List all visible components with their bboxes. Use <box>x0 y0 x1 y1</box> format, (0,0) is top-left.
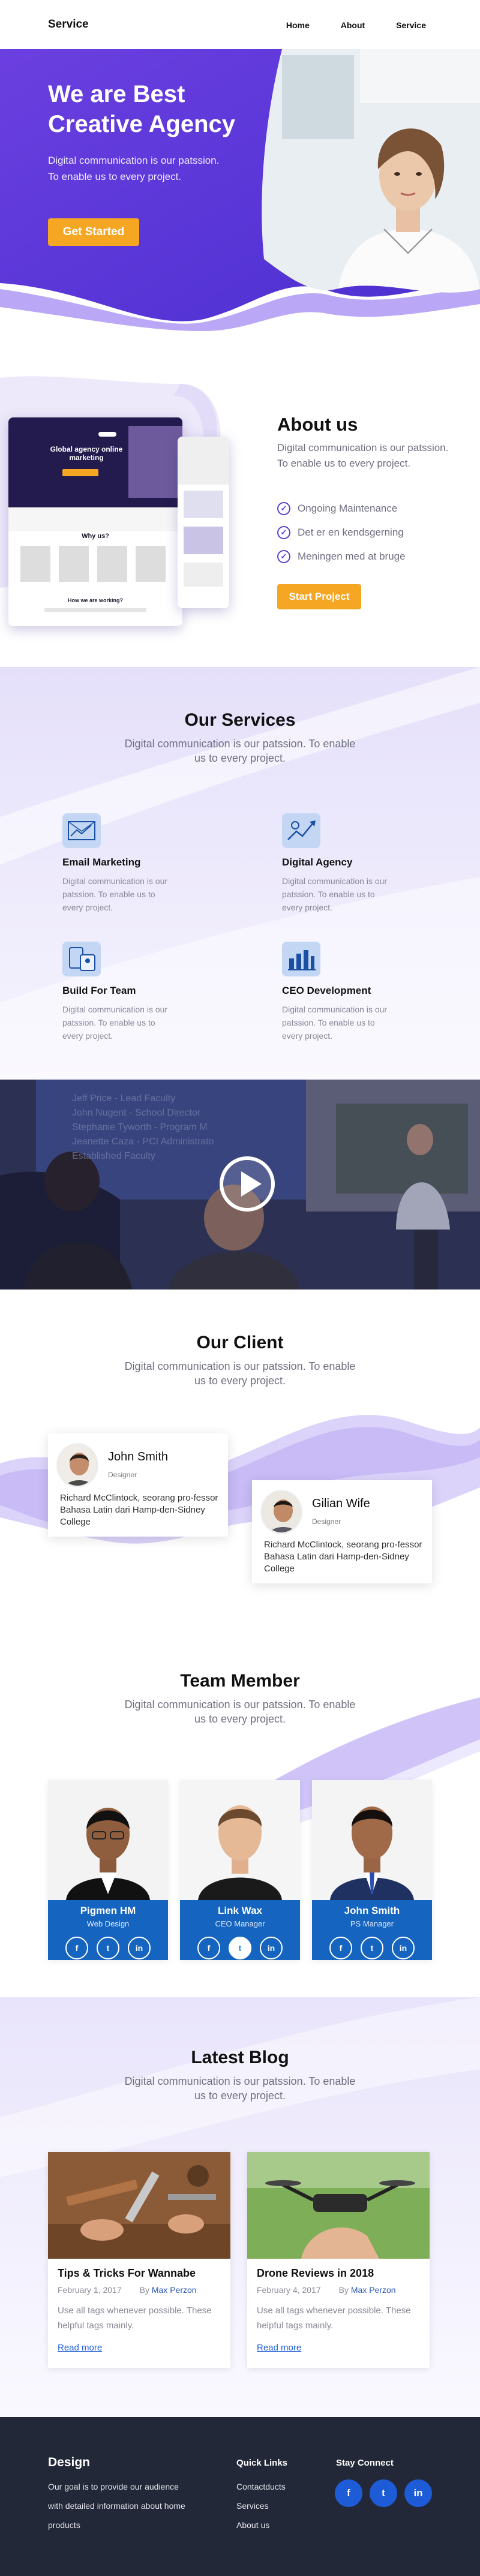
hero-section: We are Best Creative Agency Digital comm… <box>0 49 480 331</box>
services-subtitle: Digital communication is our patssion. T… <box>124 738 356 764</box>
about-feature-list: ✓ Ongoing Maintenance ✓ Det er en kendsger… <box>277 497 406 569</box>
check-circle-icon: ✓ <box>277 550 290 563</box>
avatar <box>56 1443 98 1487</box>
blog-post-card: Drone Reviews in 2018 February 4, 2017 By… <box>247 2152 430 2368</box>
facebook-icon[interactable]: f <box>197 1937 220 1959</box>
video-section: Jeff Price - Lead Faculty John Nugent - … <box>0 1080 480 1289</box>
hero-title-line2: Creative Agency <box>48 111 235 137</box>
linkedin-icon[interactable]: in <box>392 1937 415 1959</box>
twitter-icon[interactable]: t <box>370 2479 397 2507</box>
avatar <box>260 1490 302 1534</box>
about-feature-item: ✓ Det er en kendsgerning <box>277 521 406 545</box>
play-video-button[interactable] <box>220 1156 275 1212</box>
read-more-link[interactable]: Read more <box>58 2343 102 2353</box>
mockup-headline: Global agency online marketing <box>50 445 123 462</box>
service-item: Build For Team Digital communication is … <box>62 942 182 1042</box>
mockup-how-heading: How we are working? <box>67 597 124 603</box>
growth-icon <box>282 813 320 848</box>
hero-title-line1: We are Best <box>48 81 185 107</box>
blog-subtitle: Digital communication is our patssion. T… <box>124 2075 356 2102</box>
page: Service Home About Service We are Best C… <box>0 0 480 2576</box>
footer-link-contactducts[interactable]: Contactducts <box>236 2477 286 2496</box>
linkedin-icon[interactable]: in <box>260 1937 283 1959</box>
stay-connect-heading: Stay Connect <box>336 2458 394 2468</box>
team-subtitle: Digital communication is our patssion. T… <box>124 1699 356 1725</box>
blog-title: Latest Blog <box>191 2048 289 2067</box>
linkedin-icon[interactable]: in <box>404 2479 432 2507</box>
nav-item-about[interactable]: About <box>341 20 365 30</box>
hero-text: We are Best Creative Agency Digital comm… <box>48 79 276 185</box>
facebook-icon[interactable]: f <box>335 2479 362 2507</box>
quick-links-heading: Quick Links <box>236 2458 288 2468</box>
social-links: f t in <box>48 1937 168 1959</box>
about-feature-item: ✓ Ongoing Maintenance <box>277 497 406 521</box>
team-member-info: Link Wax CEO Manager f t in <box>180 1900 300 1960</box>
check-circle-icon: ✓ <box>277 526 290 539</box>
about-title: About us <box>277 414 358 435</box>
get-started-button[interactable]: Get Started <box>48 218 139 246</box>
man-portrait <box>180 1780 300 1900</box>
twitter-icon[interactable]: t <box>97 1937 119 1959</box>
start-project-button[interactable]: Start Project <box>277 584 361 609</box>
team-member-card: Link Wax CEO Manager f t in <box>180 1780 300 1960</box>
clients-title: Our Client <box>196 1333 284 1352</box>
twitter-icon[interactable]: t <box>361 1937 383 1959</box>
footer-link-services[interactable]: Services <box>236 2496 286 2515</box>
drone-photo[interactable] <box>247 2152 430 2259</box>
workshop-tools-photo[interactable] <box>48 2152 230 2259</box>
mockup-why-heading: Why us? <box>82 533 109 540</box>
nav-item-service[interactable]: Service <box>396 20 426 30</box>
hero-subtitle: Digital communication is our patssion. T… <box>48 155 220 182</box>
team-member-info: Pigmen HM Web Design f t in <box>48 1900 168 1960</box>
footer-link-about[interactable]: About us <box>236 2515 286 2535</box>
check-circle-icon: ✓ <box>277 502 290 515</box>
service-item: Email Marketing Digital communication is… <box>62 813 182 914</box>
website-mockup-secondary <box>178 437 229 608</box>
service-item: Digital Agency Digital communication is … <box>282 813 402 914</box>
man-suit-portrait <box>312 1780 432 1900</box>
social-links: f t in <box>180 1937 300 1959</box>
post-meta: February 1, 2017 By Max Perzon <box>58 2285 197 2295</box>
linkedin-icon[interactable]: in <box>128 1937 151 1959</box>
about-feature-item: ✓ Meningen med at bruge <box>277 545 406 569</box>
mockup-person-image <box>128 426 182 498</box>
team-member-info: John Smith PS Manager f t in <box>312 1900 432 1960</box>
facebook-icon[interactable]: f <box>329 1937 352 1959</box>
nav-item-home[interactable]: Home <box>286 20 310 30</box>
main-menu: Home About Service <box>286 20 426 30</box>
brand-logo[interactable]: Service <box>48 18 89 31</box>
testimonial-card: Gilian Wife Designer Richard McClintock,… <box>252 1480 432 1583</box>
testimonial-card: John Smith Designer Richard McClintock, … <box>48 1433 228 1537</box>
social-links: f t in <box>312 1937 432 1959</box>
services-title: Our Services <box>184 710 296 730</box>
man-glasses-portrait <box>48 1780 168 1900</box>
read-more-link[interactable]: Read more <box>257 2343 301 2353</box>
about-subtitle: Digital communication is our patssion. T… <box>277 442 449 469</box>
team-member-card: John Smith PS Manager f t in <box>312 1780 432 1960</box>
post-meta: February 4, 2017 By Max Perzon <box>257 2285 396 2295</box>
quick-links-list: Contactducts Services About us <box>236 2477 286 2535</box>
footer: Design Our goal is to provide our audien… <box>0 2417 480 2576</box>
mockup-header: Global agency online marketing <box>8 417 182 507</box>
email-chart-icon <box>62 813 101 848</box>
team-devices-icon <box>62 942 101 976</box>
website-mockup-main: Global agency online marketing Why us? H… <box>8 417 182 626</box>
facebook-icon[interactable]: f <box>65 1937 88 1959</box>
twitter-icon[interactable]: t <box>229 1937 251 1959</box>
blog-post-card: Tips & Tricks For Wannabe February 1, 20… <box>48 2152 230 2368</box>
team-title: Team Member <box>180 1671 300 1691</box>
footer-description: Our goal is to provide our audience with… <box>48 2482 185 2530</box>
footer-brand: Design <box>48 2455 91 2469</box>
top-nav: Service Home About Service <box>0 0 480 49</box>
hero-title: We are Best Creative Agency <box>48 79 276 139</box>
hero-woman-photo <box>262 49 480 293</box>
clients-subtitle: Digital communication is our patssion. T… <box>124 1360 356 1387</box>
bar-chart-icon <box>282 942 320 976</box>
service-item: CEO Development Digital communication is… <box>282 942 402 1042</box>
team-member-card: Pigmen HM Web Design f t in <box>48 1780 168 1960</box>
